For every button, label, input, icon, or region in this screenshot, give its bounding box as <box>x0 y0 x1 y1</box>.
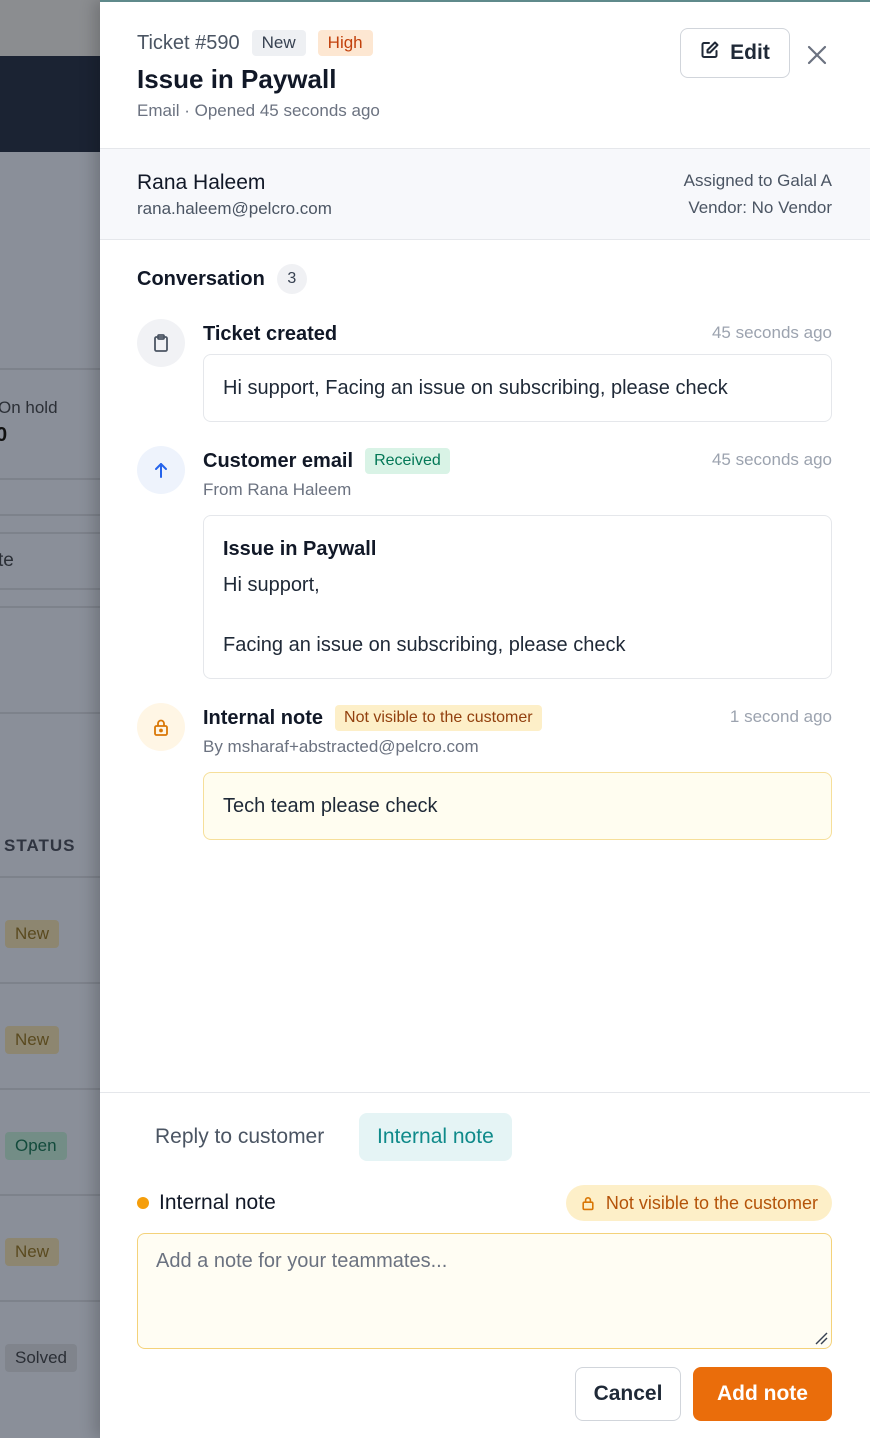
priority-badge: High <box>317 30 373 56</box>
note-input[interactable] <box>137 1233 832 1349</box>
assignee: Assigned to Galal A <box>683 171 832 190</box>
ticket-subtitle: Email · Opened 45 seconds ago <box>137 101 380 120</box>
status-badge: Solved <box>5 1344 77 1372</box>
received-badge: Received <box>365 448 450 474</box>
divider <box>0 876 100 878</box>
event-time: 45 seconds ago <box>711 323 832 342</box>
ticket-drawer: Ticket #590 New High Issue in Paywall Em… <box>100 0 870 1438</box>
timeline-event: Customer email Received 45 seconds ago F… <box>137 446 832 680</box>
customer-info: Rana Haleem rana.haleem@pelcro.com Assig… <box>100 148 870 240</box>
background-fragment: te <box>0 550 14 571</box>
status-dot <box>137 1197 149 1209</box>
not-visible-badge: Not visible to the customer <box>335 705 542 731</box>
note-body: Tech team please check <box>203 772 832 840</box>
event-title: Customer email <box>203 449 354 472</box>
event-title: Ticket created <box>203 322 338 345</box>
tab-internal-note[interactable]: Internal note <box>359 1113 512 1161</box>
lock-icon <box>582 1197 594 1211</box>
email-subject: Issue in Paywall <box>223 538 377 560</box>
customer-email: rana.haleem@pelcro.com <box>137 199 332 218</box>
event-text: Hi support, Facing an issue on subscribi… <box>223 376 728 399</box>
note-text: Tech team please check <box>223 794 438 817</box>
conversation-title: Conversation <box>137 267 265 290</box>
status-column-header: STATUS <box>4 836 76 855</box>
status-badge: New <box>251 30 306 56</box>
email-body: Issue in Paywall Hi support, Facing an i… <box>203 515 832 679</box>
divider <box>0 982 100 984</box>
arrow-up-icon <box>137 446 185 494</box>
email-line: Facing an issue on subscribing, please c… <box>223 634 626 656</box>
status-badge: New <box>5 920 60 948</box>
conversation-count: 3 <box>276 264 307 294</box>
event-time: 1 second ago <box>729 707 832 726</box>
event-title: Internal note <box>203 706 324 729</box>
divider <box>0 1300 100 1302</box>
edit-icon <box>700 40 720 66</box>
divider <box>0 368 100 370</box>
composer-label-row: Internal note <box>137 1191 276 1215</box>
close-icon <box>807 45 827 65</box>
composer: Reply to customer Internal note Internal… <box>100 1092 870 1438</box>
divider <box>0 478 100 480</box>
tab-reply-to-customer[interactable]: Reply to customer <box>137 1113 342 1161</box>
event-from: From Rana Haleem <box>203 480 352 499</box>
ticket-id: Ticket #590 <box>137 31 240 54</box>
visibility-pill: Not visible to the customer <box>565 1185 832 1221</box>
resize-handle-icon[interactable] <box>814 1331 828 1345</box>
cancel-button[interactable]: Cancel <box>575 1367 681 1421</box>
clipboard-icon <box>137 319 185 367</box>
event-author: By msharaf+abstracted@pelcro.com <box>203 737 479 756</box>
event-body: Hi support, Facing an issue on subscribi… <box>203 354 832 422</box>
customer-name: Rana Haleem <box>137 171 266 194</box>
status-badge: New <box>5 1026 60 1054</box>
timeline-event: Ticket created 45 seconds ago Hi support… <box>137 319 832 423</box>
divider <box>0 514 100 516</box>
drawer-header: Ticket #590 New High Issue in Paywall Em… <box>100 2 870 148</box>
background-navbar <box>0 56 100 152</box>
divider <box>0 1194 100 1196</box>
timeline-event: Internal note Not visible to the custome… <box>137 703 832 841</box>
vendor: Vendor: No Vendor <box>688 198 832 217</box>
stat-label: On hold <box>0 398 58 417</box>
divider <box>0 712 100 714</box>
lock-icon <box>137 703 185 751</box>
divider <box>0 588 100 590</box>
edit-label: Edit <box>730 41 770 64</box>
edit-button[interactable]: Edit <box>680 28 790 78</box>
close-button[interactable] <box>800 38 834 72</box>
conversation-header: Conversation 3 <box>137 264 307 294</box>
background-app: On hold 0 te STATUS New New Open New Sol… <box>0 0 100 1438</box>
stat-value: 0 <box>0 424 8 446</box>
divider <box>0 606 100 608</box>
divider <box>0 532 100 534</box>
composer-label: Internal note <box>159 1191 276 1214</box>
ticket-meta: Ticket #590 New High <box>137 30 373 56</box>
email-line: Hi support, <box>223 574 320 596</box>
add-note-button[interactable]: Add note <box>693 1367 832 1421</box>
divider <box>0 1088 100 1090</box>
ticket-title: Issue in Paywall <box>137 64 337 94</box>
visibility-text: Not visible to the customer <box>605 1192 818 1213</box>
status-badge: New <box>5 1238 60 1266</box>
event-time: 45 seconds ago <box>711 450 832 469</box>
background-topbar <box>0 0 100 56</box>
status-badge: Open <box>5 1132 67 1160</box>
